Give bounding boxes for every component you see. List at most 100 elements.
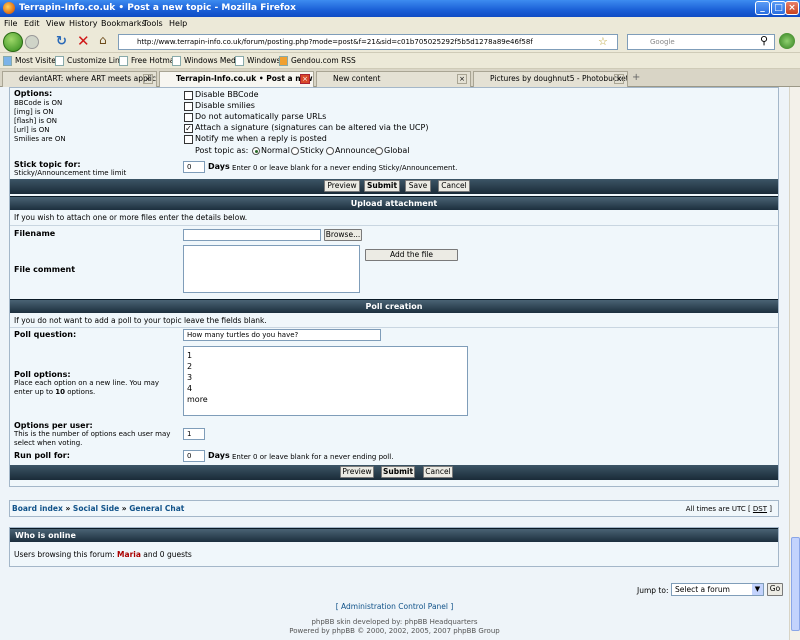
- file-comment-label: File comment: [14, 265, 76, 274]
- add-file-button[interactable]: Add the file: [365, 249, 458, 261]
- disable-smilies-label: Disable smilies: [195, 101, 255, 110]
- submit-button[interactable]: Submit: [381, 466, 415, 478]
- menu-tools[interactable]: Tools: [143, 19, 163, 28]
- radio-sticky[interactable]: [291, 147, 299, 155]
- menu-bookmarks[interactable]: Bookmarks: [101, 19, 146, 28]
- scrollbar-thumb[interactable]: [791, 537, 800, 631]
- run-poll-days-input[interactable]: 0: [183, 450, 205, 462]
- sticky-days-input[interactable]: 0: [183, 161, 205, 173]
- bookmark-windows[interactable]: Windows: [247, 56, 280, 65]
- disable-smilies-checkbox[interactable]: [184, 102, 193, 111]
- radio-global-label: Global: [384, 146, 410, 155]
- home-icon[interactable]: ⌂: [99, 33, 107, 47]
- menu-file[interactable]: File: [4, 19, 17, 28]
- menu-help[interactable]: Help: [169, 19, 187, 28]
- menu-view[interactable]: View: [46, 19, 65, 28]
- no-parse-urls-checkbox[interactable]: [184, 113, 193, 122]
- acp-link[interactable]: [ Administration Control Panel ]: [0, 602, 789, 611]
- breadcrumb-board-index[interactable]: Board index: [12, 504, 63, 513]
- radio-global[interactable]: [375, 147, 383, 155]
- cancel-button[interactable]: Cancel: [438, 180, 470, 192]
- tab-label: deviantART: where ART meets applicat...: [19, 74, 157, 83]
- options-per-user-input[interactable]: 1: [183, 428, 205, 440]
- rss-icon: [279, 56, 288, 66]
- save-button[interactable]: Save: [405, 180, 431, 192]
- url-text: http://www.terrapin-info.co.uk/forum/pos…: [137, 38, 533, 46]
- new-tab-icon[interactable]: +: [632, 72, 640, 83]
- poll-options-hint-end: options.: [67, 388, 96, 396]
- cancel-button[interactable]: Cancel: [423, 466, 453, 478]
- menu-history[interactable]: History: [69, 19, 97, 28]
- preview-button[interactable]: Preview: [340, 466, 374, 478]
- upload-intro: If you wish to attach one or more files …: [14, 213, 248, 222]
- jump-go-button[interactable]: Go: [767, 583, 783, 596]
- preview-button[interactable]: Preview: [324, 180, 360, 192]
- who-is-online-panel: Who is online Users browsing this forum:…: [9, 527, 779, 567]
- reload-icon[interactable]: ↻: [56, 34, 67, 49]
- poll-question-input[interactable]: How many turtles do you have?: [183, 329, 381, 341]
- breadcrumb-general-chat[interactable]: General Chat: [129, 504, 184, 513]
- bookmark-gendou-rss[interactable]: Gendou.com RSS: [291, 56, 356, 65]
- footer-powered-by: Powered by phpBB © 2000, 2002, 2005, 200…: [289, 627, 500, 635]
- vertical-scrollbar[interactable]: [789, 87, 800, 640]
- sticky-hint: Enter 0 or leave blank for a never endin…: [232, 164, 458, 172]
- divider: [10, 225, 778, 226]
- maximize-button[interactable]: □: [771, 1, 786, 15]
- tab-terrapin-info[interactable]: Terrapin-Info.co.uk • Post a new ... ×: [159, 71, 314, 87]
- bbcode-status: BBCode is ON: [14, 99, 63, 107]
- poll-options-hint: Place each option on a new line. You may…: [14, 379, 174, 397]
- file-comment-textarea[interactable]: [183, 245, 360, 293]
- bookmark-most-visited[interactable]: Most Visited: [15, 56, 61, 65]
- close-window-button[interactable]: ×: [785, 1, 799, 15]
- minimize-button[interactable]: _: [755, 1, 770, 15]
- tab-label: Pictures by doughnut5 - Photobucket: [490, 74, 628, 83]
- options-per-user-hint: This is the number of options each user …: [14, 430, 171, 447]
- timezone-info: All times are UTC [ DST ]: [686, 505, 772, 513]
- close-tab-icon[interactable]: ×: [300, 74, 310, 84]
- poll-options-textarea[interactable]: 1 2 3 4 more: [183, 346, 468, 416]
- search-icon[interactable]: ⚲: [760, 34, 768, 47]
- bookmark-windows-media[interactable]: Windows Media: [184, 56, 242, 65]
- tab-deviantart[interactable]: deviantART: where ART meets applicat... ×: [2, 71, 157, 87]
- radio-announce[interactable]: [326, 147, 334, 155]
- url-bar[interactable]: http://www.terrapin-info.co.uk/forum/pos…: [118, 34, 618, 50]
- notify-reply-checkbox[interactable]: [184, 135, 193, 144]
- browse-button[interactable]: Browse...: [324, 229, 362, 241]
- poll-header: Poll creation: [10, 299, 778, 313]
- stop-icon[interactable]: ✕: [77, 32, 90, 50]
- run-poll-hint: Enter 0 or leave blank for a never endin…: [232, 453, 394, 461]
- online-user-link[interactable]: Maria: [117, 550, 141, 559]
- forward-icon[interactable]: [25, 35, 39, 49]
- close-tab-icon[interactable]: ×: [143, 74, 153, 84]
- radio-normal[interactable]: [252, 147, 260, 155]
- bookmarks-toolbar: Most Visited Customize Links Free Hotmai…: [0, 53, 800, 69]
- tab-photobucket[interactable]: Pictures by doughnut5 - Photobucket ×: [473, 71, 628, 87]
- jump-to-select[interactable]: Select a forum ▼: [671, 583, 764, 596]
- tab-bar: deviantART: where ART meets applicat... ×…: [0, 69, 800, 87]
- posting-panel: Options: BBCode is ON [img] is ON [flash…: [9, 87, 779, 487]
- breadcrumb-social-side[interactable]: Social Side: [73, 504, 119, 513]
- page-icon: [55, 56, 64, 66]
- poll-intro: If you do not want to add a poll to your…: [14, 316, 267, 325]
- filename-input[interactable]: [183, 229, 321, 241]
- poll-option-line: 2: [187, 362, 193, 371]
- page-viewport: Options: BBCode is ON [img] is ON [flash…: [0, 87, 789, 640]
- back-icon[interactable]: [3, 32, 23, 52]
- tab-new-content[interactable]: New content ×: [316, 71, 471, 87]
- search-input[interactable]: Google: [627, 34, 775, 50]
- addon-icon[interactable]: [779, 33, 795, 49]
- online-text: Users browsing this forum:: [14, 550, 115, 559]
- bookmark-star-icon[interactable]: ☆: [598, 35, 608, 48]
- flash-status: [flash] is ON: [14, 117, 58, 125]
- close-tab-icon[interactable]: ×: [614, 74, 624, 84]
- online-rest: and 0 guests: [143, 550, 192, 559]
- attach-signature-checkbox[interactable]: ✓: [184, 124, 193, 133]
- submit-button[interactable]: Submit: [364, 180, 400, 192]
- menu-bar: File Edit View History Bookmarks Tools H…: [0, 17, 800, 31]
- close-tab-icon[interactable]: ×: [457, 74, 467, 84]
- chevron-down-icon[interactable]: ▼: [752, 584, 763, 595]
- post-topic-as-label: Post topic as:: [195, 146, 249, 155]
- tab-label: Terrapin-Info.co.uk • Post a new ...: [176, 74, 314, 83]
- disable-bbcode-checkbox[interactable]: [184, 91, 193, 100]
- menu-edit[interactable]: Edit: [24, 19, 40, 28]
